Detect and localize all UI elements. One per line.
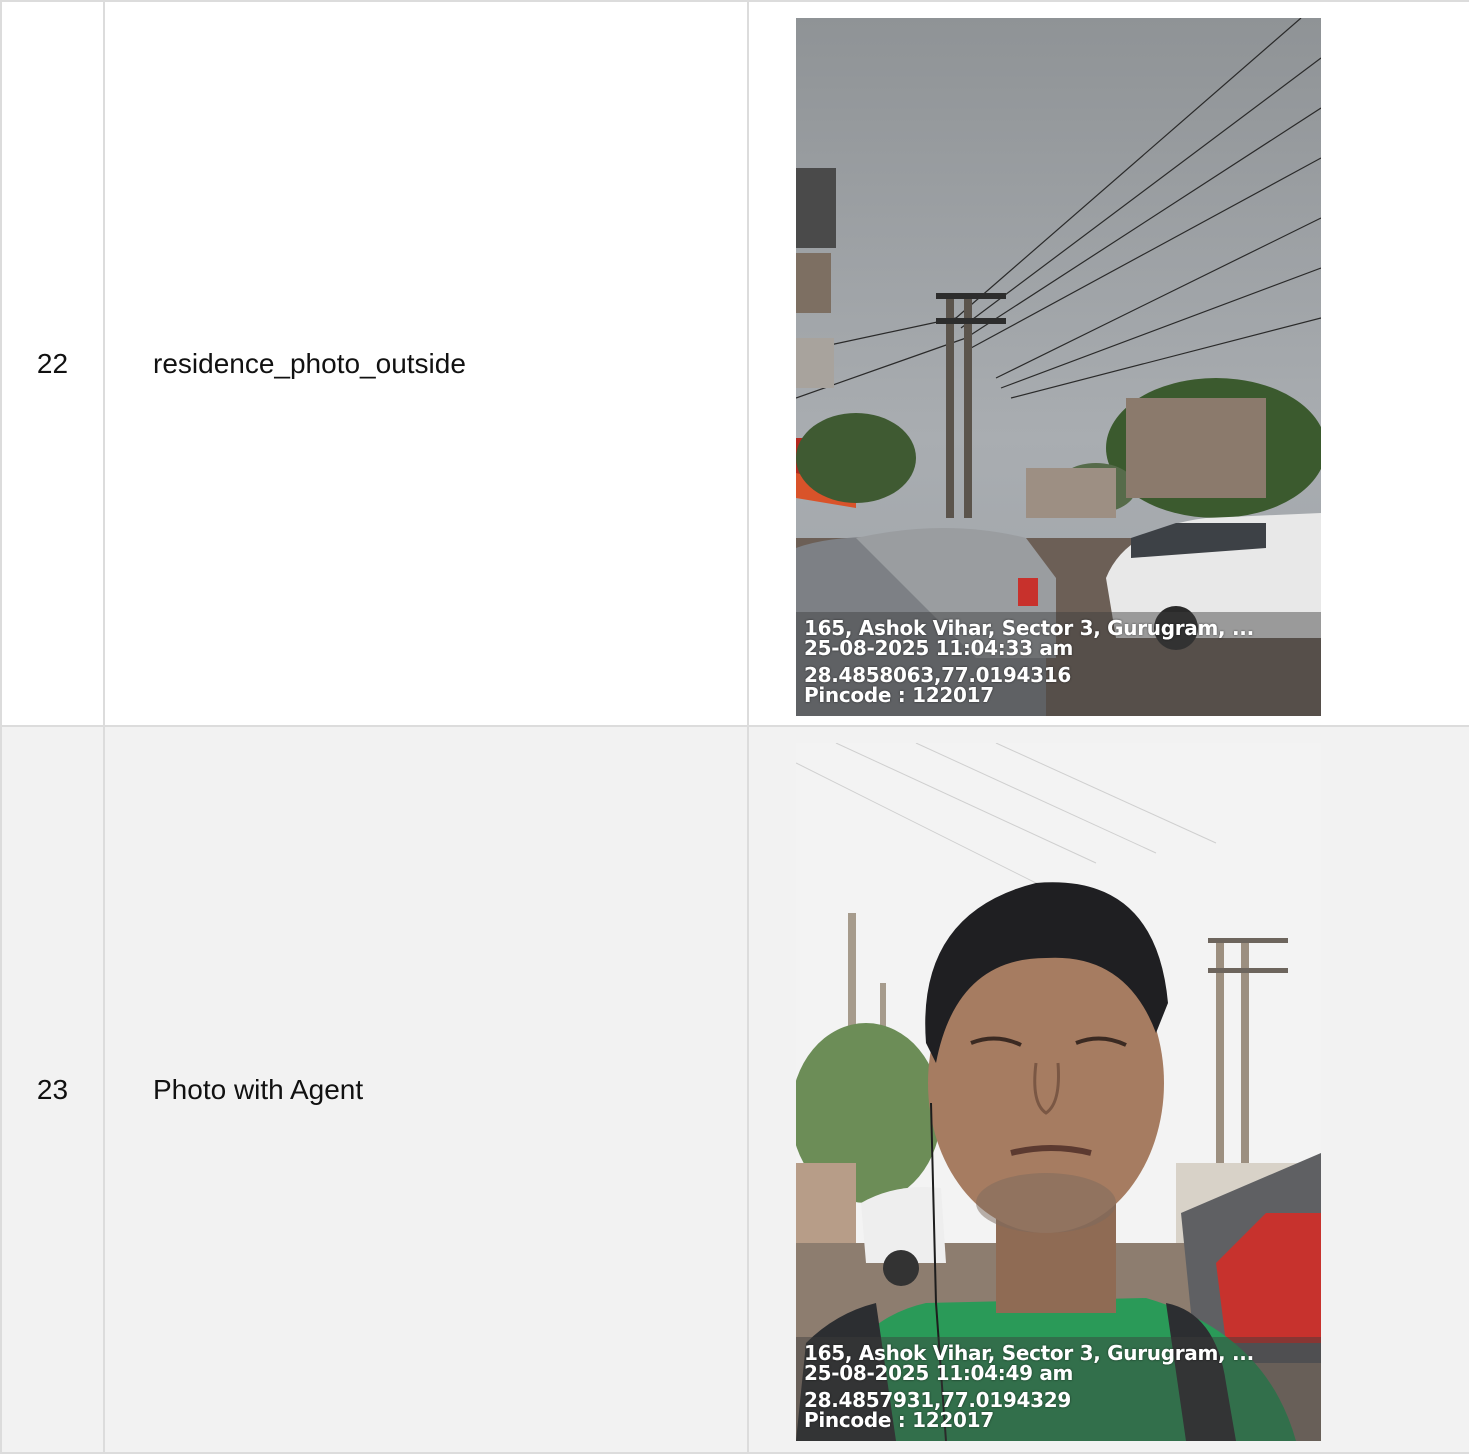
stamp-datetime: 25-08-2025 11:04:33 am xyxy=(804,636,1074,660)
photo-stamp: 165, Ashok Vihar, Sector 3, Gurugram, ..… xyxy=(796,612,1321,716)
agent-photo[interactable]: 165, Ashok Vihar, Sector 3, Gurugram, ..… xyxy=(796,743,1321,1441)
table-row: 23 Photo with Agent 165, Ashok Vihar, Se… xyxy=(0,725,1469,1454)
photo-cell: 165, Ashok Vihar, Sector 3, Gurugram, ..… xyxy=(747,0,1469,727)
stamp-pincode: Pincode : 122017 xyxy=(804,683,994,707)
stamp-datetime: 25-08-2025 11:04:49 am xyxy=(804,1361,1074,1385)
row-label: residence_photo_outside xyxy=(103,0,749,727)
stamp-pincode: Pincode : 122017 xyxy=(804,1408,994,1432)
row-label: Photo with Agent xyxy=(103,725,749,1454)
photo-cell: 165, Ashok Vihar, Sector 3, Gurugram, ..… xyxy=(747,725,1469,1454)
row-number: 22 xyxy=(0,0,105,727)
table-row: 22 residence_photo_outside 165, Ashok Vi… xyxy=(0,0,1469,727)
residence-photo[interactable]: 165, Ashok Vihar, Sector 3, Gurugram, ..… xyxy=(796,18,1321,716)
row-number: 23 xyxy=(0,725,105,1454)
photo-table: 22 residence_photo_outside 165, Ashok Vi… xyxy=(0,0,1469,1454)
photo-stamp: 165, Ashok Vihar, Sector 3, Gurugram, ..… xyxy=(796,1337,1321,1441)
